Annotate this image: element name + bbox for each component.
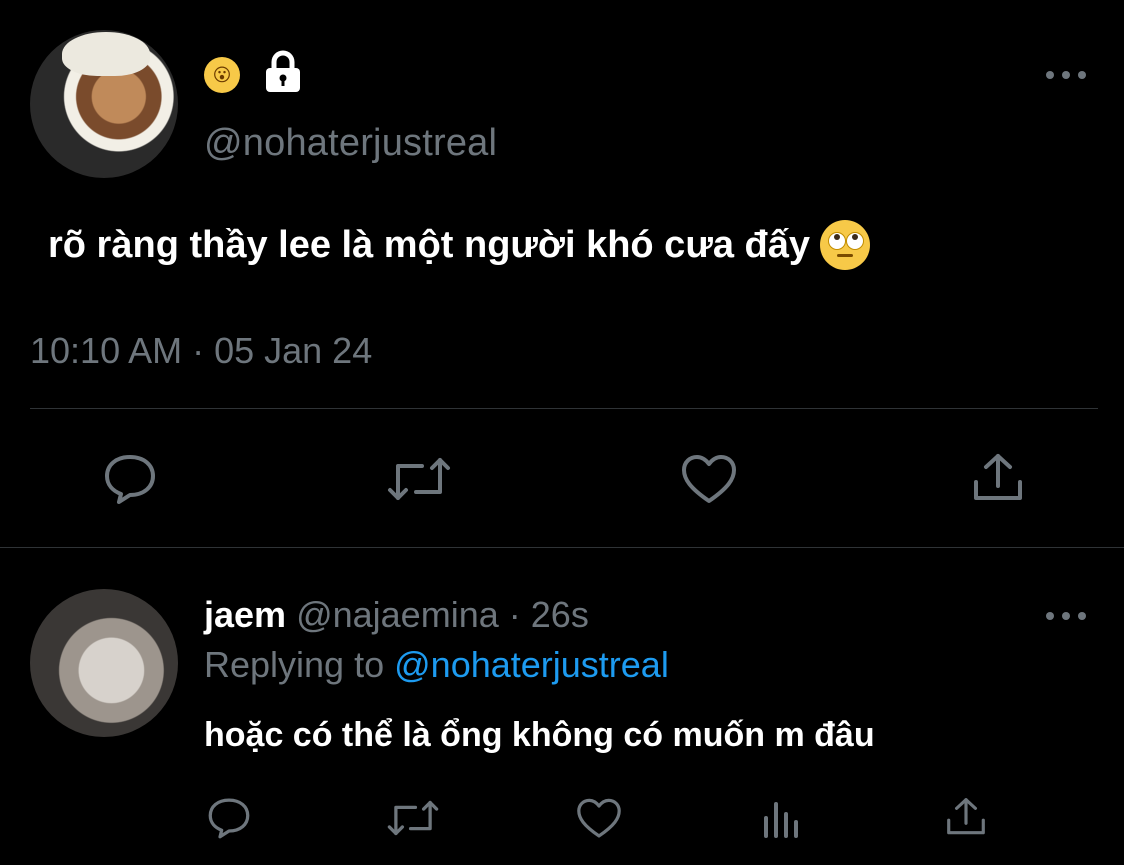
username[interactable]: @nohaterjustreal bbox=[204, 122, 497, 165]
more-options-icon[interactable] bbox=[1046, 610, 1086, 622]
reply-time[interactable]: 26s bbox=[531, 594, 589, 635]
replying-prefix: Replying to bbox=[204, 644, 385, 685]
reply-text: hoặc có thể là ổng không có muốn m đâu bbox=[204, 716, 875, 754]
like-icon[interactable] bbox=[575, 798, 623, 840]
tweet-text-content: rõ ràng thầy lee là một người khó cưa đấ… bbox=[48, 223, 811, 266]
retweet-icon[interactable] bbox=[384, 452, 454, 506]
replying-target-link[interactable]: @nohaterjustreal bbox=[394, 644, 669, 685]
reply-display-name[interactable]: jaem bbox=[204, 594, 286, 635]
share-icon[interactable] bbox=[970, 452, 1026, 504]
divider bbox=[30, 408, 1098, 409]
reply-profile-avatar[interactable] bbox=[30, 589, 178, 737]
more-options-icon[interactable] bbox=[1046, 69, 1086, 81]
retweet-icon[interactable] bbox=[384, 796, 442, 840]
profile-avatar[interactable] bbox=[30, 30, 178, 178]
separator: · bbox=[508, 594, 521, 635]
share-icon[interactable] bbox=[944, 796, 988, 838]
like-icon[interactable] bbox=[680, 454, 738, 506]
rolling-eyes-emoji bbox=[820, 220, 871, 270]
divider bbox=[0, 547, 1124, 548]
reply-handle[interactable]: @najaemina bbox=[296, 594, 499, 635]
replying-to: Replying to @nohaterjustreal bbox=[204, 644, 669, 686]
reply-icon[interactable] bbox=[206, 796, 252, 840]
lock-icon bbox=[262, 50, 304, 94]
analytics-icon[interactable] bbox=[762, 798, 802, 840]
reply-icon[interactable] bbox=[102, 452, 158, 506]
reply-header: jaem @najaemina · 26s bbox=[204, 594, 589, 636]
tweet-timestamp[interactable]: 10:10 AM · 05 Jan 24 bbox=[30, 330, 372, 372]
yawning-face-emoji: 😮 bbox=[204, 57, 240, 93]
tweet-text: rõ ràng thầy lee là một người khó cưa đấ… bbox=[48, 220, 871, 270]
